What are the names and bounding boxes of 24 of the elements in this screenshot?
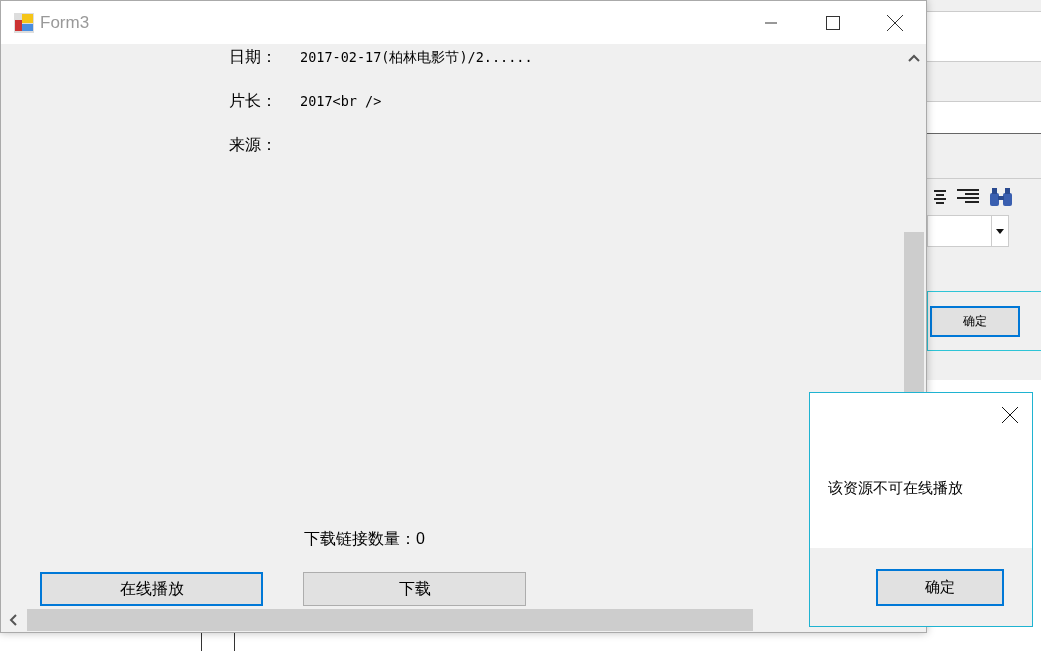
download-count: 下载链接数量：0 <box>304 529 426 549</box>
close-icon[interactable] <box>1002 407 1018 423</box>
field-value: 2017<br /> <box>300 92 382 109</box>
field-label: 片长： <box>229 91 278 111</box>
app-icon <box>14 12 34 33</box>
maximize-icon[interactable] <box>826 15 840 30</box>
play-online-button[interactable]: 在线播放 <box>40 572 263 606</box>
field-label: 来源： <box>229 135 278 155</box>
field-label: 日期： <box>229 47 278 67</box>
download-button[interactable]: 下载 <box>303 572 526 606</box>
ok-button[interactable]: 确定 <box>930 305 1020 337</box>
scroll-up-icon[interactable] <box>908 54 920 62</box>
message-text: 该资源不可在线播放 <box>828 479 964 498</box>
dropdown-icon[interactable] <box>996 228 1004 234</box>
close-icon[interactable] <box>887 14 903 31</box>
binoculars-icon[interactable] <box>989 187 1013 207</box>
align-right-icon[interactable] <box>957 188 979 206</box>
ok-button[interactable]: 确定 <box>876 568 1004 606</box>
scroll-left-icon[interactable] <box>9 614 17 626</box>
field-value: 2017-02-17(柏林电影节)/2...... <box>300 48 533 67</box>
window-title: Form3 <box>40 12 91 33</box>
input-field[interactable] <box>927 102 1041 134</box>
minimize-icon[interactable] <box>765 21 777 24</box>
align-center-icon[interactable] <box>933 189 947 205</box>
